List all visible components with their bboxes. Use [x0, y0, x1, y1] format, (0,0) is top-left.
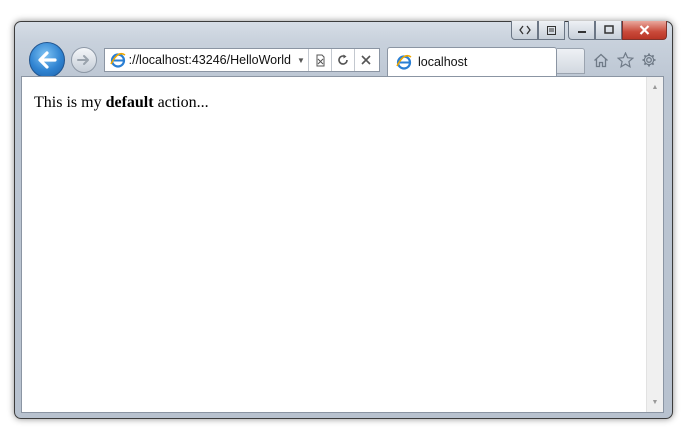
close-window-button[interactable]	[622, 21, 667, 40]
forward-button[interactable]	[71, 47, 97, 73]
minimize-button[interactable]	[568, 21, 595, 40]
code-arrows-icon	[518, 25, 531, 35]
home-icon	[594, 53, 608, 67]
stop-icon	[361, 55, 371, 65]
dropdown-arrow-icon[interactable]: ▼	[294, 56, 308, 65]
maximize-button[interactable]	[595, 21, 622, 40]
scroll-up-arrow-icon[interactable]: ▲	[647, 79, 663, 95]
page-content: This is my default action... ▲ ▼	[21, 76, 664, 413]
star-icon	[616, 52, 634, 68]
scroll-down-arrow-icon[interactable]: ▼	[647, 394, 663, 410]
gear-icon	[642, 53, 656, 67]
compatibility-view-button[interactable]	[308, 49, 331, 71]
tools-button[interactable]	[639, 50, 659, 70]
home-button[interactable]	[591, 50, 611, 70]
tab-localhost[interactable]: localhost	[387, 47, 557, 76]
new-tab-button[interactable]	[557, 48, 585, 74]
body-text-bold: default	[105, 94, 154, 111]
tab-title: localhost	[418, 55, 468, 69]
address-url[interactable]: http://localhost:43246/HelloWorld	[129, 53, 291, 67]
refresh-icon	[338, 54, 348, 65]
maximize-icon	[603, 25, 614, 34]
close-icon	[639, 25, 650, 35]
minimize-icon	[577, 31, 586, 33]
window-controls	[511, 21, 667, 40]
ie-page-icon	[110, 52, 126, 68]
vertical-scrollbar[interactable]: ▲ ▼	[646, 77, 663, 412]
compat-window-button[interactable]	[538, 21, 565, 40]
forward-arrow-icon	[77, 55, 89, 65]
page-body-text: This is my default action...	[34, 94, 209, 112]
refresh-button[interactable]	[331, 49, 354, 71]
ie-tab-icon	[396, 54, 412, 70]
favorites-button[interactable]	[615, 50, 635, 70]
body-text-end: action...	[153, 94, 209, 111]
back-button[interactable]	[29, 42, 65, 78]
back-arrow-icon	[38, 51, 57, 69]
compatibility-view-icon	[316, 54, 324, 66]
address-bar[interactable]: http://localhost:43246/HelloWorld ▼	[104, 48, 380, 72]
dev-toggle-button[interactable]	[511, 21, 538, 40]
stop-button[interactable]	[354, 49, 377, 71]
body-text-start: This is my	[34, 94, 106, 111]
browser-window: http://localhost:43246/HelloWorld ▼ loca…	[14, 21, 673, 419]
document-icon	[547, 25, 556, 35]
